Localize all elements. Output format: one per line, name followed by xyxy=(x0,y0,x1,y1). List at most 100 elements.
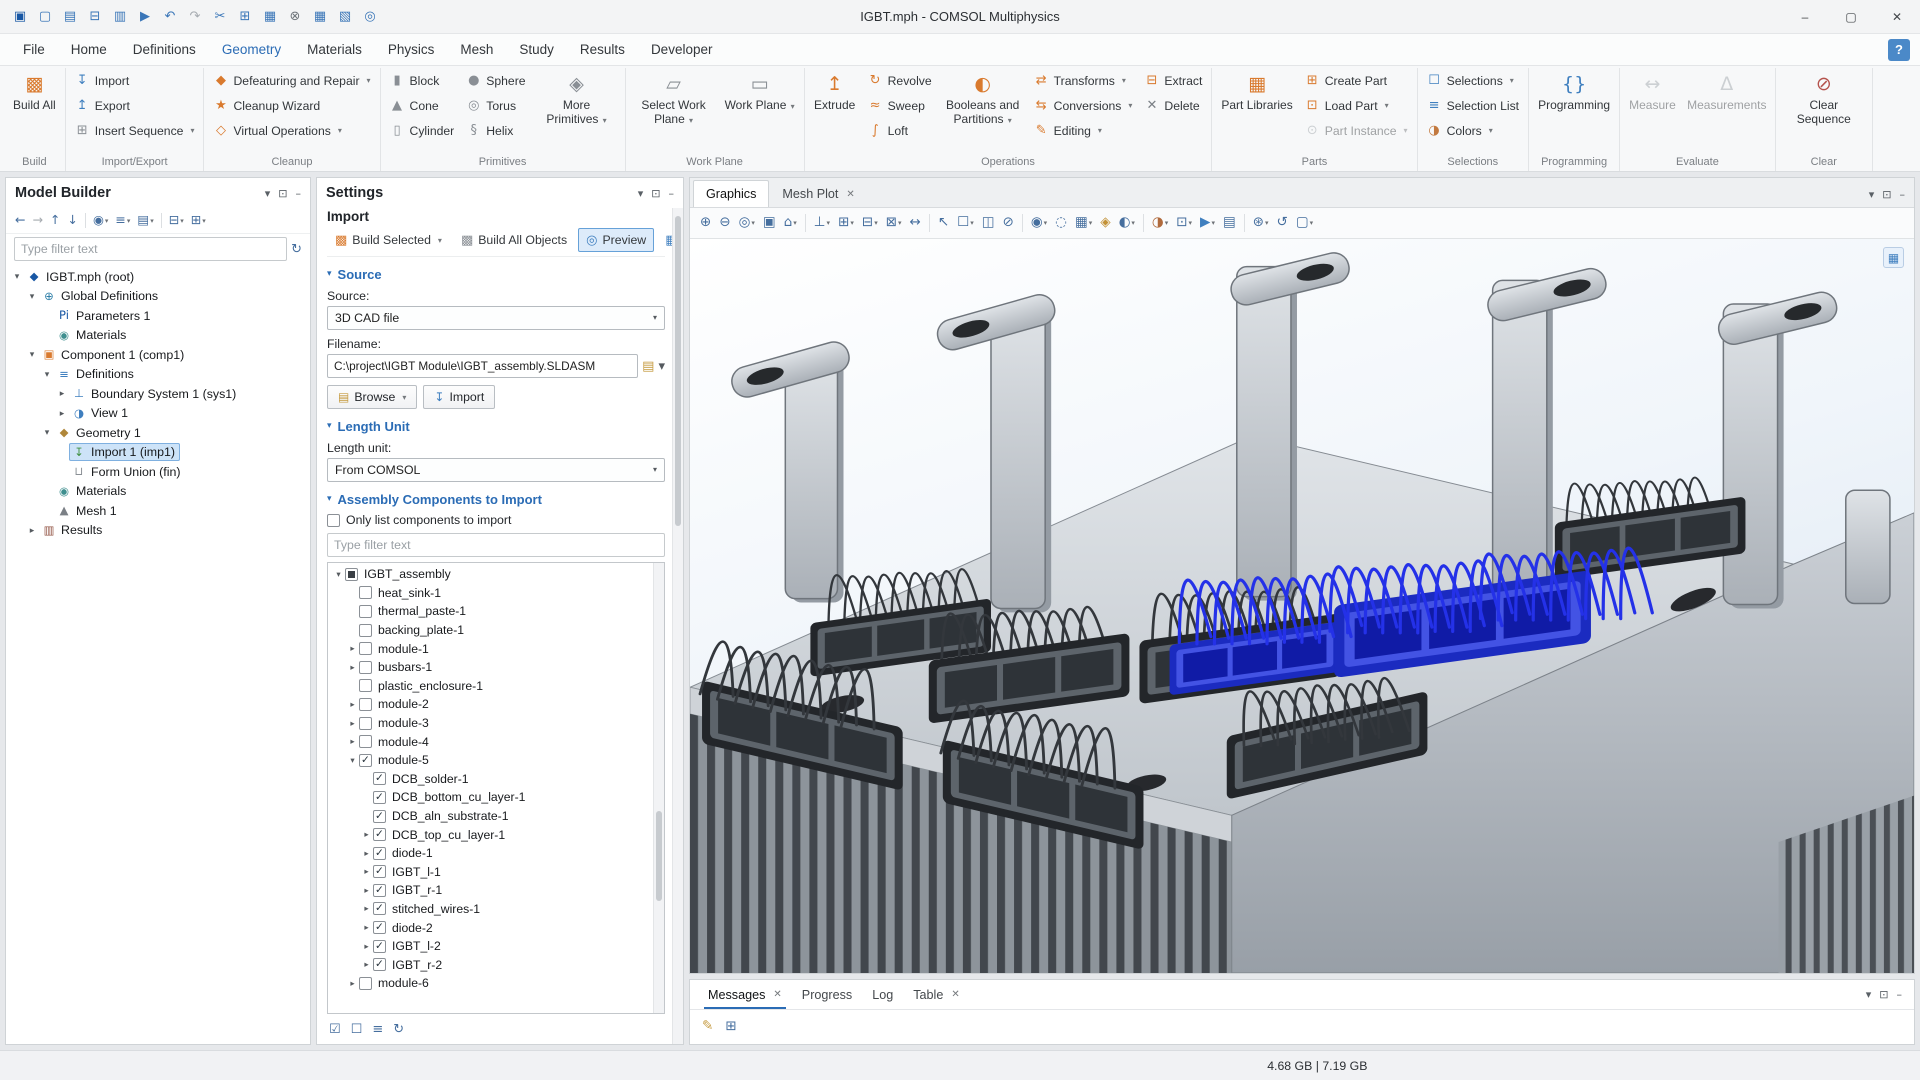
tree-node-component-1-comp1[interactable]: ▾▣Component 1 (comp1) xyxy=(6,345,310,365)
filter-refresh-icon[interactable]: ↻ xyxy=(291,243,302,256)
defeaturing-and-repair-button[interactable]: ◆Defeaturing and Repair▾ xyxy=(208,68,375,93)
filename-dropdown-icon[interactable]: ▾ xyxy=(658,360,665,373)
create-part-button[interactable]: ⊞Create Part xyxy=(1300,68,1413,93)
browse-button[interactable]: ▤ Browse ▾ xyxy=(327,385,417,409)
menu-tab-file[interactable]: File xyxy=(10,34,58,65)
assembly-node-igbt-l-1[interactable]: ▸IGBT_l-1 xyxy=(328,863,653,882)
close-tab-icon[interactable]: ✕ xyxy=(773,989,781,1000)
float-panel-button[interactable]: ⊡ xyxy=(1882,189,1891,200)
checkbox-off-icon[interactable] xyxy=(359,605,372,618)
selection-list-button[interactable]: ≡Selection List xyxy=(1422,93,1525,118)
log-pointer-button[interactable]: ✎ xyxy=(702,1020,713,1034)
tree-node-igbt-mph-root[interactable]: ▾◆IGBT.mph (root) xyxy=(6,267,310,287)
plot-properties-button[interactable]: ▦ xyxy=(1883,247,1904,268)
model-builder-filter-input[interactable] xyxy=(14,237,287,261)
menu-tab-home[interactable]: Home xyxy=(58,34,120,65)
tree-node-parameters-1[interactable]: PiParameters 1 xyxy=(6,306,310,326)
sweep-button[interactable]: ≈Sweep xyxy=(863,93,937,118)
menu-tab-mesh[interactable]: Mesh xyxy=(447,34,506,65)
clear-selection-button[interactable]: ☐ xyxy=(351,1023,363,1036)
export-button[interactable]: ↥Export xyxy=(70,93,200,118)
assembly-node-heat-sink-1[interactable]: heat_sink-1 xyxy=(328,584,653,603)
graphics-3d-scene[interactable] xyxy=(690,239,1914,973)
assembly-node-diode-2[interactable]: ▸diode-2 xyxy=(328,918,653,937)
color-theme-button[interactable]: ◑▾ xyxy=(1148,213,1172,233)
tree-node-view-1[interactable]: ▸◑View 1 xyxy=(6,404,310,424)
copy-table-button[interactable]: ⊞ xyxy=(725,1020,736,1034)
zoom-extents-button[interactable]: ▣ xyxy=(759,213,780,233)
expand-icon[interactable]: ▸ xyxy=(55,388,69,399)
environment-button[interactable]: ◐▾ xyxy=(1115,213,1139,233)
zoom-tool-button[interactable]: ◎ xyxy=(358,4,382,29)
virtual-operations-button[interactable]: ◇Virtual Operations▾ xyxy=(208,118,375,143)
clear-sequence-button[interactable]: ⊘Clear Sequence xyxy=(1780,68,1868,128)
graphics-view[interactable]: ▦ xyxy=(690,239,1914,973)
tree-node-boundary-system-1-sys1[interactable]: ▸⊥Boundary System 1 (sys1) xyxy=(6,384,310,404)
checkbox-on-icon[interactable] xyxy=(373,921,386,934)
print-graphics-button[interactable]: ▤ xyxy=(1219,213,1240,233)
open-file-button[interactable]: ▤ xyxy=(58,4,82,29)
menu-tab-materials[interactable]: Materials xyxy=(294,34,375,65)
browse-file-icon[interactable]: ▤ xyxy=(642,360,654,373)
maximize-button[interactable]: ▢ xyxy=(1828,0,1874,33)
animation-button[interactable]: ▶▾ xyxy=(1196,213,1219,233)
assembly-filter-input[interactable] xyxy=(327,533,665,557)
assembly-node-backing-plate-1[interactable]: backing_plate-1 xyxy=(328,621,653,640)
panel-menu-button[interactable]: ▾ xyxy=(638,188,644,199)
build-all-button[interactable]: ▩Build All xyxy=(8,68,61,114)
checkbox-off-icon[interactable] xyxy=(359,698,372,711)
assembly-node-igbt-l-2[interactable]: ▸IGBT_l-2 xyxy=(328,937,653,956)
checkbox-on-icon[interactable] xyxy=(359,754,372,767)
checkbox-on-icon[interactable] xyxy=(373,810,386,823)
hide-panel-button[interactable]: – xyxy=(1897,989,1903,1000)
expand-icon[interactable]: ▸ xyxy=(360,885,373,896)
assembly-node-dcb-top-cu-layer-1[interactable]: ▸DCB_top_cu_layer-1 xyxy=(328,825,653,844)
tab-progress[interactable]: Progress xyxy=(792,980,862,1009)
wireframe-button[interactable]: ▦▾ xyxy=(1071,213,1096,233)
transforms-button[interactable]: ⇄Transforms▾ xyxy=(1029,68,1138,93)
tab-log[interactable]: Log xyxy=(862,980,903,1009)
scrollbar-thumb[interactable] xyxy=(675,216,681,526)
tree-node-mesh-1[interactable]: ▲Mesh 1 xyxy=(6,501,310,521)
menu-tab-results[interactable]: Results xyxy=(567,34,638,65)
close-button[interactable]: ✕ xyxy=(1874,0,1920,33)
tab-graphics[interactable]: Graphics xyxy=(693,180,769,207)
copy-button[interactable]: ⊞ xyxy=(233,4,257,29)
programming-button[interactable]: {}Programming xyxy=(1533,68,1615,114)
load-part-button[interactable]: ⊡Load Part▾ xyxy=(1300,93,1413,118)
collapse-icon[interactable]: ▾ xyxy=(10,271,24,282)
assembly-node-dcb-bottom-cu-layer-1[interactable]: DCB_bottom_cu_layer-1 xyxy=(328,788,653,807)
show-hide-button[interactable]: ◉▾ xyxy=(1027,213,1051,233)
select-work-plane-button[interactable]: ▱Select Work Plane ▾ xyxy=(630,68,718,128)
model-tree-button[interactable]: ≡▾ xyxy=(112,212,133,229)
checkbox-off-icon[interactable] xyxy=(359,977,372,990)
menu-tab-physics[interactable]: Physics xyxy=(375,34,448,65)
tree-node-form-union-fin[interactable]: ⊔Form Union (fin) xyxy=(6,462,310,482)
checkbox-off-icon[interactable] xyxy=(359,717,372,730)
assembly-node-module-1[interactable]: ▸module-1 xyxy=(328,639,653,658)
expand-icon[interactable]: ▸ xyxy=(360,866,373,877)
expand-icon[interactable]: ▸ xyxy=(346,662,359,673)
expand-icon[interactable]: ▸ xyxy=(55,408,69,419)
expand-icon[interactable]: ▸ xyxy=(346,643,359,654)
hide-panel-button[interactable]: – xyxy=(1900,189,1906,200)
checkbox-off-icon[interactable] xyxy=(359,624,372,637)
go-to-default-view-button[interactable]: ⌂▾ xyxy=(780,213,801,233)
assembly-node-module-5[interactable]: ▾module-5 xyxy=(328,751,653,770)
list-settings-button[interactable]: ≡ xyxy=(372,1023,383,1036)
expand-icon[interactable]: ▸ xyxy=(360,941,373,952)
assembly-node-igbt-r-2[interactable]: ▸IGBT_r-2 xyxy=(328,955,653,974)
extrude-button[interactable]: ↥Extrude xyxy=(809,68,861,114)
tree-node-materials[interactable]: ◉Materials xyxy=(6,326,310,346)
reset-view-button[interactable]: ↺ xyxy=(1273,213,1292,233)
tree-node-import-1-imp1[interactable]: ↧Import 1 (imp1) xyxy=(6,443,310,463)
nav-forward-button[interactable]: → xyxy=(29,212,45,229)
panel-menu-button[interactable]: ▾ xyxy=(1866,989,1872,1000)
checkbox-on-icon[interactable] xyxy=(373,847,386,860)
close-tab-icon[interactable]: ✕ xyxy=(846,189,854,200)
extract-button[interactable]: ⊟Extract xyxy=(1139,68,1207,93)
scene-light-button[interactable]: ◈ xyxy=(1096,213,1114,233)
tree-node-results[interactable]: ▸▥Results xyxy=(6,521,310,541)
new-file-button[interactable]: ▢ xyxy=(33,4,57,29)
redo-button[interactable]: ↷ xyxy=(183,4,207,29)
